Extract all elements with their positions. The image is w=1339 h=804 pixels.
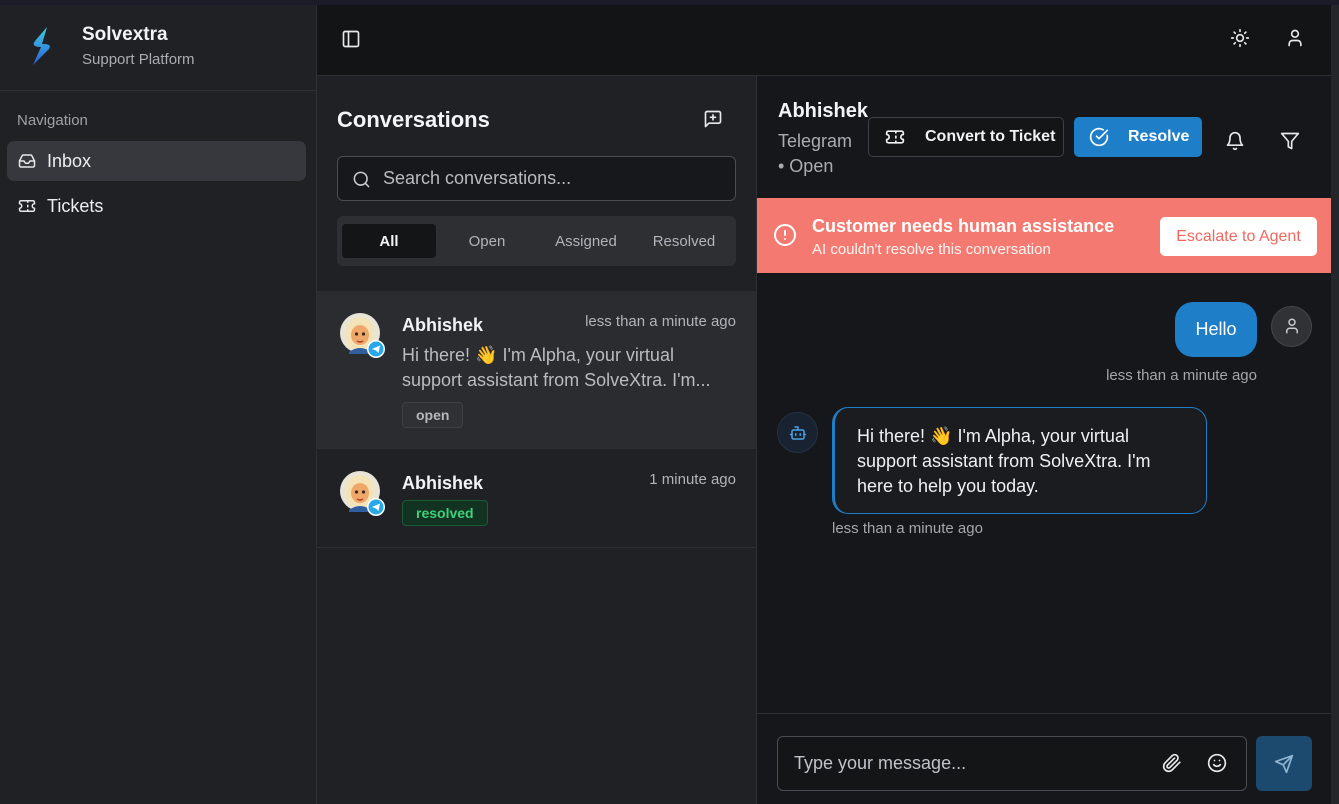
alert-circle-icon bbox=[774, 224, 796, 246]
message-time: less than a minute ago bbox=[1106, 367, 1257, 384]
sidebar-item-tickets[interactable]: Tickets bbox=[7, 186, 306, 226]
escalation-alert: Customer needs human assistance AI could… bbox=[757, 198, 1331, 273]
search-icon bbox=[353, 171, 370, 188]
inbox-icon bbox=[18, 154, 36, 168]
sidebar-item-label: Tickets bbox=[47, 195, 104, 216]
bot-avatar bbox=[777, 412, 818, 453]
emoji-icon[interactable] bbox=[1207, 753, 1227, 773]
message-input[interactable] bbox=[794, 737, 1154, 790]
chat-panel: Abhishek Telegram • Open Convert to Tick… bbox=[757, 76, 1331, 804]
message-time: less than a minute ago bbox=[832, 520, 983, 537]
paperclip-icon[interactable] bbox=[1162, 753, 1182, 773]
sidebar-toggle-icon[interactable] bbox=[341, 29, 361, 49]
brand-name: Solvextra bbox=[82, 24, 168, 45]
bell-icon[interactable] bbox=[1225, 131, 1245, 151]
window-scrollbar[interactable] bbox=[1331, 5, 1339, 804]
status-badge: resolved bbox=[402, 500, 488, 526]
conversations-panel: Conversations All Open Assigned Resolved bbox=[317, 76, 757, 804]
top-header bbox=[317, 5, 1331, 76]
user-icon[interactable] bbox=[1285, 28, 1305, 48]
bot-message-bubble: Hi there! 👋 I'm Alpha, your virtual supp… bbox=[832, 407, 1207, 514]
filter-icon[interactable] bbox=[1280, 131, 1300, 151]
user-avatar bbox=[1271, 306, 1312, 347]
contact-name: Abhishek bbox=[402, 473, 484, 493]
chat-status: • Open bbox=[778, 156, 834, 176]
chat-contact-name: Abhishek bbox=[778, 100, 869, 122]
search-input[interactable] bbox=[383, 157, 723, 200]
tab-assigned[interactable]: Assigned bbox=[539, 224, 633, 258]
contact-avatar bbox=[340, 313, 385, 358]
check-circle-icon bbox=[1089, 127, 1109, 147]
convert-label: Convert to Ticket bbox=[925, 128, 1056, 145]
message-composer bbox=[757, 713, 1331, 804]
search-box bbox=[337, 156, 736, 201]
sidebar-item-inbox[interactable]: Inbox bbox=[7, 141, 306, 181]
alert-title: Customer needs human assistance bbox=[812, 216, 1115, 236]
brand: Solvextra Support Platform bbox=[0, 5, 316, 91]
contact-avatar bbox=[340, 471, 385, 516]
user-message-bubble: Hello bbox=[1175, 302, 1257, 357]
conversation-item[interactable]: Abhishek less than a minute ago Hi there… bbox=[317, 291, 756, 449]
brand-subtitle: Support Platform bbox=[82, 51, 195, 68]
conversation-preview: Hi there! 👋 I'm Alpha, your virtual supp… bbox=[402, 345, 711, 390]
send-button[interactable] bbox=[1256, 736, 1312, 791]
bot-icon bbox=[789, 426, 807, 440]
alert-subtitle: AI couldn't resolve this conversation bbox=[812, 241, 1051, 258]
chat-contact-meta: Telegram • Open bbox=[778, 129, 852, 179]
sidebar: Solvextra Support Platform Navigation In… bbox=[0, 5, 317, 804]
ticket-icon bbox=[18, 200, 36, 212]
message-input-wrap bbox=[777, 736, 1247, 791]
escalate-to-agent-button[interactable]: Escalate to Agent bbox=[1160, 217, 1317, 256]
sun-icon[interactable] bbox=[1230, 28, 1250, 48]
conversations-title: Conversations bbox=[337, 107, 490, 132]
nav-title: Navigation bbox=[17, 112, 88, 129]
user-icon bbox=[1286, 318, 1298, 334]
convert-to-ticket-button[interactable]: Convert to Ticket bbox=[868, 117, 1064, 157]
conversation-time: 1 minute ago bbox=[649, 471, 736, 488]
tab-all[interactable]: All bbox=[342, 224, 436, 258]
resolve-label: Resolve bbox=[1128, 128, 1190, 145]
chat-channel: Telegram bbox=[778, 131, 853, 151]
conversation-item[interactable]: Abhishek 1 minute ago resolved bbox=[317, 449, 756, 548]
logo-icon bbox=[33, 27, 50, 65]
status-badge: open bbox=[402, 402, 464, 428]
new-conversation-icon[interactable] bbox=[703, 109, 723, 129]
tab-resolved[interactable]: Resolved bbox=[637, 224, 731, 258]
contact-name: Abhishek bbox=[402, 315, 484, 335]
sidebar-item-label: Inbox bbox=[47, 150, 92, 171]
tab-open[interactable]: Open bbox=[440, 224, 534, 258]
conversation-time: less than a minute ago bbox=[585, 313, 736, 330]
app: Solvextra Support Platform Navigation In… bbox=[0, 5, 1331, 804]
ticket-icon bbox=[885, 130, 905, 144]
send-icon bbox=[1274, 754, 1294, 774]
filter-tabs: All Open Assigned Resolved bbox=[337, 216, 736, 266]
resolve-button[interactable]: Resolve bbox=[1074, 117, 1202, 157]
